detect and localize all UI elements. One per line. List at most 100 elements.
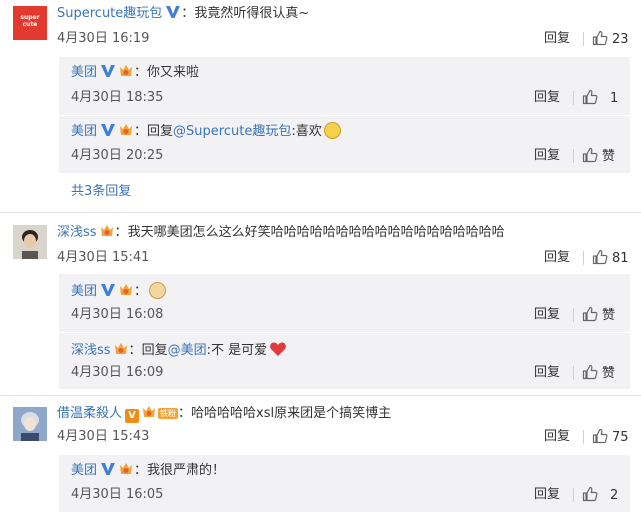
reply-time: 4月30日 18:35 bbox=[71, 90, 164, 105]
reply-line: 深浅ss ：回复@美团:不 是可爱 bbox=[71, 341, 287, 360]
like-button[interactable]: 75 bbox=[592, 428, 629, 447]
fan-medal-icon bbox=[118, 283, 134, 297]
reply-button[interactable]: 回复 bbox=[544, 30, 570, 48]
reply-colon: ： bbox=[134, 65, 148, 80]
fan-medal-icon bbox=[99, 224, 115, 238]
comment-colon: ： bbox=[114, 225, 128, 240]
like-label: 赞 bbox=[602, 366, 616, 381]
username-link[interactable]: 美团 bbox=[71, 65, 97, 80]
like-count: 81 bbox=[612, 251, 629, 266]
username-link[interactable]: 深浅ss bbox=[71, 343, 111, 358]
username-link[interactable]: Supercute趣玩包 bbox=[57, 6, 162, 21]
like-button[interactable]: 赞 bbox=[582, 364, 615, 383]
glasses-smile-emoji-icon bbox=[323, 122, 341, 139]
reply-time: 4月30日 16:09 bbox=[71, 365, 164, 380]
like-label: 赞 bbox=[602, 308, 616, 323]
reply-line: 美团 ：回复@Supercute趣玩包:喜欢 bbox=[71, 122, 341, 141]
divider bbox=[573, 366, 574, 380]
reply-time: 4月30日 16:05 bbox=[71, 487, 164, 502]
reply-line: 美团 ：你又来啦 bbox=[71, 64, 199, 82]
verified-v-icon bbox=[100, 462, 116, 476]
like-button[interactable]: 81 bbox=[592, 249, 629, 268]
username-link[interactable]: 美团 bbox=[71, 284, 97, 299]
verified-v-icon bbox=[165, 5, 181, 19]
reply-text: 我很严肃的！ bbox=[147, 463, 226, 478]
reply-button[interactable]: 回复 bbox=[544, 428, 570, 446]
reply-button[interactable]: 回复 bbox=[544, 249, 570, 267]
verified-v-icon bbox=[100, 123, 116, 137]
comment-time: 4月30日 16:19 bbox=[57, 31, 150, 46]
reply-time: 4月30日 16:08 bbox=[71, 307, 164, 322]
comment-colon: ： bbox=[181, 6, 195, 21]
thumbs-up-icon bbox=[592, 249, 608, 265]
like-button[interactable]: 1 bbox=[582, 89, 618, 108]
like-count: 2 bbox=[610, 488, 619, 503]
reply-colon: ： bbox=[134, 124, 148, 139]
reply-text: 你又来啦 bbox=[147, 65, 200, 80]
like-button[interactable]: 赞 bbox=[582, 147, 615, 166]
divider bbox=[583, 430, 584, 444]
reply-button[interactable]: 回复 bbox=[534, 147, 560, 165]
divider bbox=[59, 332, 630, 333]
heart-icon bbox=[270, 342, 287, 356]
more-replies-link[interactable]: 共3条回复 bbox=[71, 183, 131, 201]
like-button[interactable]: 赞 bbox=[582, 306, 615, 325]
comment-item: super cute Supercute趣玩包 ：我竟然听得很认真~ 4月30日 … bbox=[0, 0, 641, 212]
thumbs-up-icon bbox=[582, 147, 598, 163]
fan-medal-icon bbox=[118, 462, 134, 476]
user-portrait-icon bbox=[13, 225, 47, 259]
like-button[interactable]: 2 bbox=[582, 486, 618, 505]
comment-item: 深浅ss ：我天哪美团怎么这么好笑哈哈哈哈哈哈哈哈哈哈哈哈哈哈哈哈哈哈 4月30日… bbox=[0, 212, 641, 395]
thumbs-up-icon bbox=[582, 364, 598, 380]
comment-item: 借温柔殺人 V 铁粉 ：哈哈哈哈哈xsl原来团是个搞笑博主 4月30日 15:43 回… bbox=[0, 395, 641, 512]
doge-emoji-icon bbox=[149, 282, 167, 299]
thumbs-up-icon bbox=[592, 428, 608, 444]
fan-medal-icon bbox=[118, 123, 134, 137]
avatar-logo-text: super cute bbox=[20, 14, 40, 28]
reply-text: :喜欢 bbox=[291, 124, 322, 139]
username-link[interactable]: 借温柔殺人 bbox=[57, 406, 122, 421]
reply-button[interactable]: 回复 bbox=[534, 306, 560, 324]
avatar[interactable] bbox=[13, 407, 47, 441]
mention-link[interactable]: @美团 bbox=[168, 343, 207, 358]
verified-v-icon bbox=[100, 283, 116, 297]
like-label: 赞 bbox=[602, 149, 616, 164]
username-link[interactable]: 深浅ss bbox=[57, 225, 97, 240]
comment-text: 我竟然听得很认真~ bbox=[194, 6, 310, 21]
avatar[interactable]: super cute bbox=[13, 6, 47, 40]
user-portrait-icon bbox=[13, 407, 47, 441]
divider bbox=[573, 91, 574, 105]
fan-level-badge: 铁粉 bbox=[158, 408, 179, 419]
avatar[interactable] bbox=[13, 225, 47, 259]
comment-line: 深浅ss ：我天哪美团怎么这么好笑哈哈哈哈哈哈哈哈哈哈哈哈哈哈哈哈哈哈 bbox=[57, 224, 505, 242]
fan-medal-icon bbox=[141, 405, 157, 419]
reply-button[interactable]: 回复 bbox=[534, 486, 560, 504]
like-count: 23 bbox=[612, 32, 629, 47]
comment-line: 借温柔殺人 V 铁粉 ：哈哈哈哈哈xsl原来团是个搞笑博主 bbox=[57, 405, 391, 423]
verified-v-icon: V bbox=[125, 409, 140, 423]
reply-line: 美团 ：我很严肃的！ bbox=[71, 462, 225, 480]
reply-line: 美团 ： bbox=[71, 282, 167, 301]
reply-colon: ： bbox=[134, 463, 148, 478]
mention-link[interactable]: @Supercute趣玩包 bbox=[173, 124, 291, 139]
comment-text: 我天哪美团怎么这么好笑哈哈哈哈哈哈哈哈哈哈哈哈哈哈哈哈哈哈 bbox=[127, 225, 505, 240]
divider bbox=[573, 488, 574, 502]
like-button[interactable]: 23 bbox=[592, 30, 629, 49]
username-link[interactable]: 美团 bbox=[71, 463, 97, 478]
divider bbox=[583, 251, 584, 265]
comment-time: 4月30日 15:41 bbox=[57, 250, 150, 265]
reply-colon: ： bbox=[134, 284, 148, 299]
username-link[interactable]: 美团 bbox=[71, 124, 97, 139]
like-count: 1 bbox=[610, 91, 619, 106]
fan-medal-icon bbox=[118, 64, 134, 78]
divider bbox=[573, 149, 574, 163]
thumbs-up-icon bbox=[592, 30, 608, 46]
reply-button[interactable]: 回复 bbox=[534, 89, 560, 107]
comment-colon: ： bbox=[178, 406, 192, 421]
reply-button[interactable]: 回复 bbox=[534, 364, 560, 382]
reply-prefix: 回复 bbox=[141, 343, 168, 358]
reply-time: 4月30日 20:25 bbox=[71, 148, 164, 163]
reply-colon: ： bbox=[128, 343, 142, 358]
like-count: 75 bbox=[612, 430, 629, 445]
thumbs-up-icon bbox=[582, 306, 598, 322]
